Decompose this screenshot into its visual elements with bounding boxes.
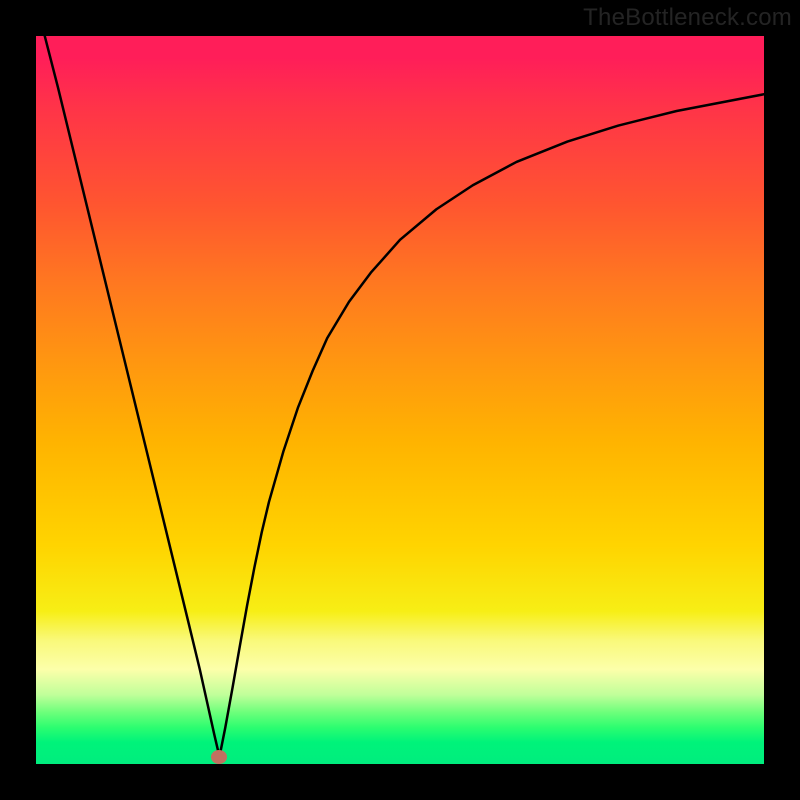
watermark-text: TheBottleneck.com <box>583 4 792 32</box>
plot-area <box>36 36 764 764</box>
chart-frame: TheBottleneck.com <box>0 0 800 800</box>
gradient-background <box>36 36 764 764</box>
